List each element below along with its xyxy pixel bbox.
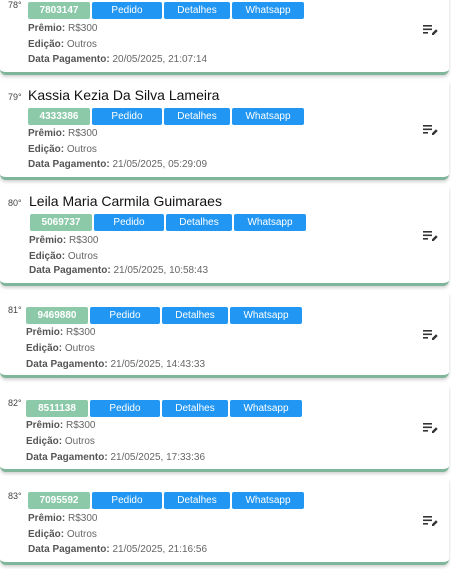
edicao-row: Edição: Outros <box>28 529 97 540</box>
edicao-value: Outros <box>64 436 95 447</box>
data-pagamento-row: Data Pagamento: 21/05/2025, 21:16:56 <box>28 544 207 555</box>
detalhes-button[interactable]: Detalhes <box>166 214 232 231</box>
edit-note-icon[interactable] <box>423 124 438 136</box>
edicao-row: Edição: Outros <box>28 144 97 155</box>
pedido-button[interactable]: Pedido <box>94 214 164 231</box>
pedido-button[interactable]: Pedido <box>90 307 160 324</box>
premio-value: R$300 <box>68 513 98 524</box>
premio-value: R$300 <box>66 327 96 338</box>
list-item: 78° 7803147 Pedido Detalhes Whatsapp Prê… <box>0 0 449 75</box>
rank-label: 78° <box>8 0 22 10</box>
edit-note-icon[interactable] <box>423 24 438 36</box>
order-code-badge: 9469880 <box>26 307 88 324</box>
premio-row: Prêmio: R$300 <box>28 128 98 139</box>
whatsapp-button[interactable]: Whatsapp <box>232 108 304 125</box>
order-code-badge: 4333386 <box>28 108 90 125</box>
edicao-value: Outros <box>67 251 98 262</box>
whatsapp-button[interactable]: Whatsapp <box>230 400 302 417</box>
order-code-badge: 8511138 <box>26 400 88 417</box>
whatsapp-button[interactable]: Whatsapp <box>232 492 304 509</box>
edicao-row: Edição: Outros <box>26 436 95 447</box>
data-pagamento-row: Data Pagamento: 21/05/2025, 05:29:09 <box>28 159 207 170</box>
pedido-button[interactable]: Pedido <box>92 108 162 125</box>
premio-row: Prêmio: R$300 <box>28 513 98 524</box>
edicao-row: Edição: Outros <box>28 39 97 50</box>
rank-label: 81° <box>8 305 22 315</box>
detalhes-button[interactable]: Detalhes <box>162 307 228 324</box>
whatsapp-button[interactable]: Whatsapp <box>234 214 306 231</box>
edicao-value: Outros <box>66 529 97 540</box>
premio-row: Prêmio: R$300 <box>29 235 99 246</box>
premio-row: Prêmio: R$300 <box>28 23 98 34</box>
pedido-button[interactable]: Pedido <box>92 2 162 19</box>
rank-label: 82° <box>8 398 22 408</box>
edit-note-icon[interactable] <box>423 515 438 527</box>
winner-name: Kassia Kezia Da Silva Lameira <box>28 87 220 103</box>
edit-note-icon[interactable] <box>423 230 438 242</box>
edicao-row: Edição: Outros <box>29 251 98 262</box>
rank-label: 79° <box>8 92 22 102</box>
data-pagamento-value: 20/05/2025, 21:07:14 <box>112 54 207 65</box>
list-item: 82° 8511138 Pedido Detalhes Whatsapp Prê… <box>0 386 449 472</box>
edit-note-icon[interactable] <box>423 422 438 434</box>
rank-label: 83° <box>8 491 22 501</box>
order-code-badge: 7803147 <box>28 2 90 19</box>
order-code-badge: 5069737 <box>30 214 92 231</box>
rank-label: 80° <box>8 198 22 208</box>
data-pagamento-row: Data Pagamento: 21/05/2025, 17:33:36 <box>26 452 205 463</box>
edit-note-icon[interactable] <box>423 329 438 341</box>
detalhes-button[interactable]: Detalhes <box>164 108 230 125</box>
data-pagamento-row: Data Pagamento: 20/05/2025, 21:07:14 <box>28 54 207 65</box>
detalhes-button[interactable]: Detalhes <box>162 400 228 417</box>
premio-value: R$300 <box>68 128 98 139</box>
data-pagamento-value: 21/05/2025, 05:29:09 <box>112 159 207 170</box>
premio-row: Prêmio: R$300 <box>26 327 96 338</box>
data-pagamento-value: 21/05/2025, 17:33:36 <box>110 452 205 463</box>
data-pagamento-value: 21/05/2025, 10:58:43 <box>113 265 208 276</box>
premio-value: R$300 <box>69 235 99 246</box>
data-pagamento-value: 21/05/2025, 21:16:56 <box>112 544 207 555</box>
pedido-button[interactable]: Pedido <box>92 492 162 509</box>
premio-value: R$300 <box>68 23 98 34</box>
list-item: 83° 7095592 Pedido Detalhes Whatsapp Prê… <box>0 479 449 565</box>
pedido-button[interactable]: Pedido <box>90 400 160 417</box>
premio-row: Prêmio: R$300 <box>26 420 96 431</box>
list-item: 81° 9469880 Pedido Detalhes Whatsapp Prê… <box>0 293 449 378</box>
edicao-value: Outros <box>66 144 97 155</box>
edicao-row: Edição: Outros <box>26 343 95 354</box>
edicao-value: Outros <box>66 39 97 50</box>
premio-value: R$300 <box>66 420 96 431</box>
winner-name: Leila Maria Carmila Guimaraes <box>29 193 222 209</box>
edicao-value: Outros <box>64 343 95 354</box>
data-pagamento-row: Data Pagamento: 21/05/2025, 14:43:33 <box>26 359 205 370</box>
list-item: 79° Kassia Kezia Da Silva Lameira 433338… <box>0 81 449 180</box>
order-code-badge: 7095592 <box>28 492 90 509</box>
data-pagamento-row: Data Pagamento: 21/05/2025, 10:58:43 <box>29 265 208 276</box>
list-item: 80° Leila Maria Carmila Guimaraes 506973… <box>0 187 449 286</box>
detalhes-button[interactable]: Detalhes <box>164 2 230 19</box>
whatsapp-button[interactable]: Whatsapp <box>232 2 304 19</box>
whatsapp-button[interactable]: Whatsapp <box>230 307 302 324</box>
data-pagamento-value: 21/05/2025, 14:43:33 <box>110 359 205 370</box>
detalhes-button[interactable]: Detalhes <box>164 492 230 509</box>
